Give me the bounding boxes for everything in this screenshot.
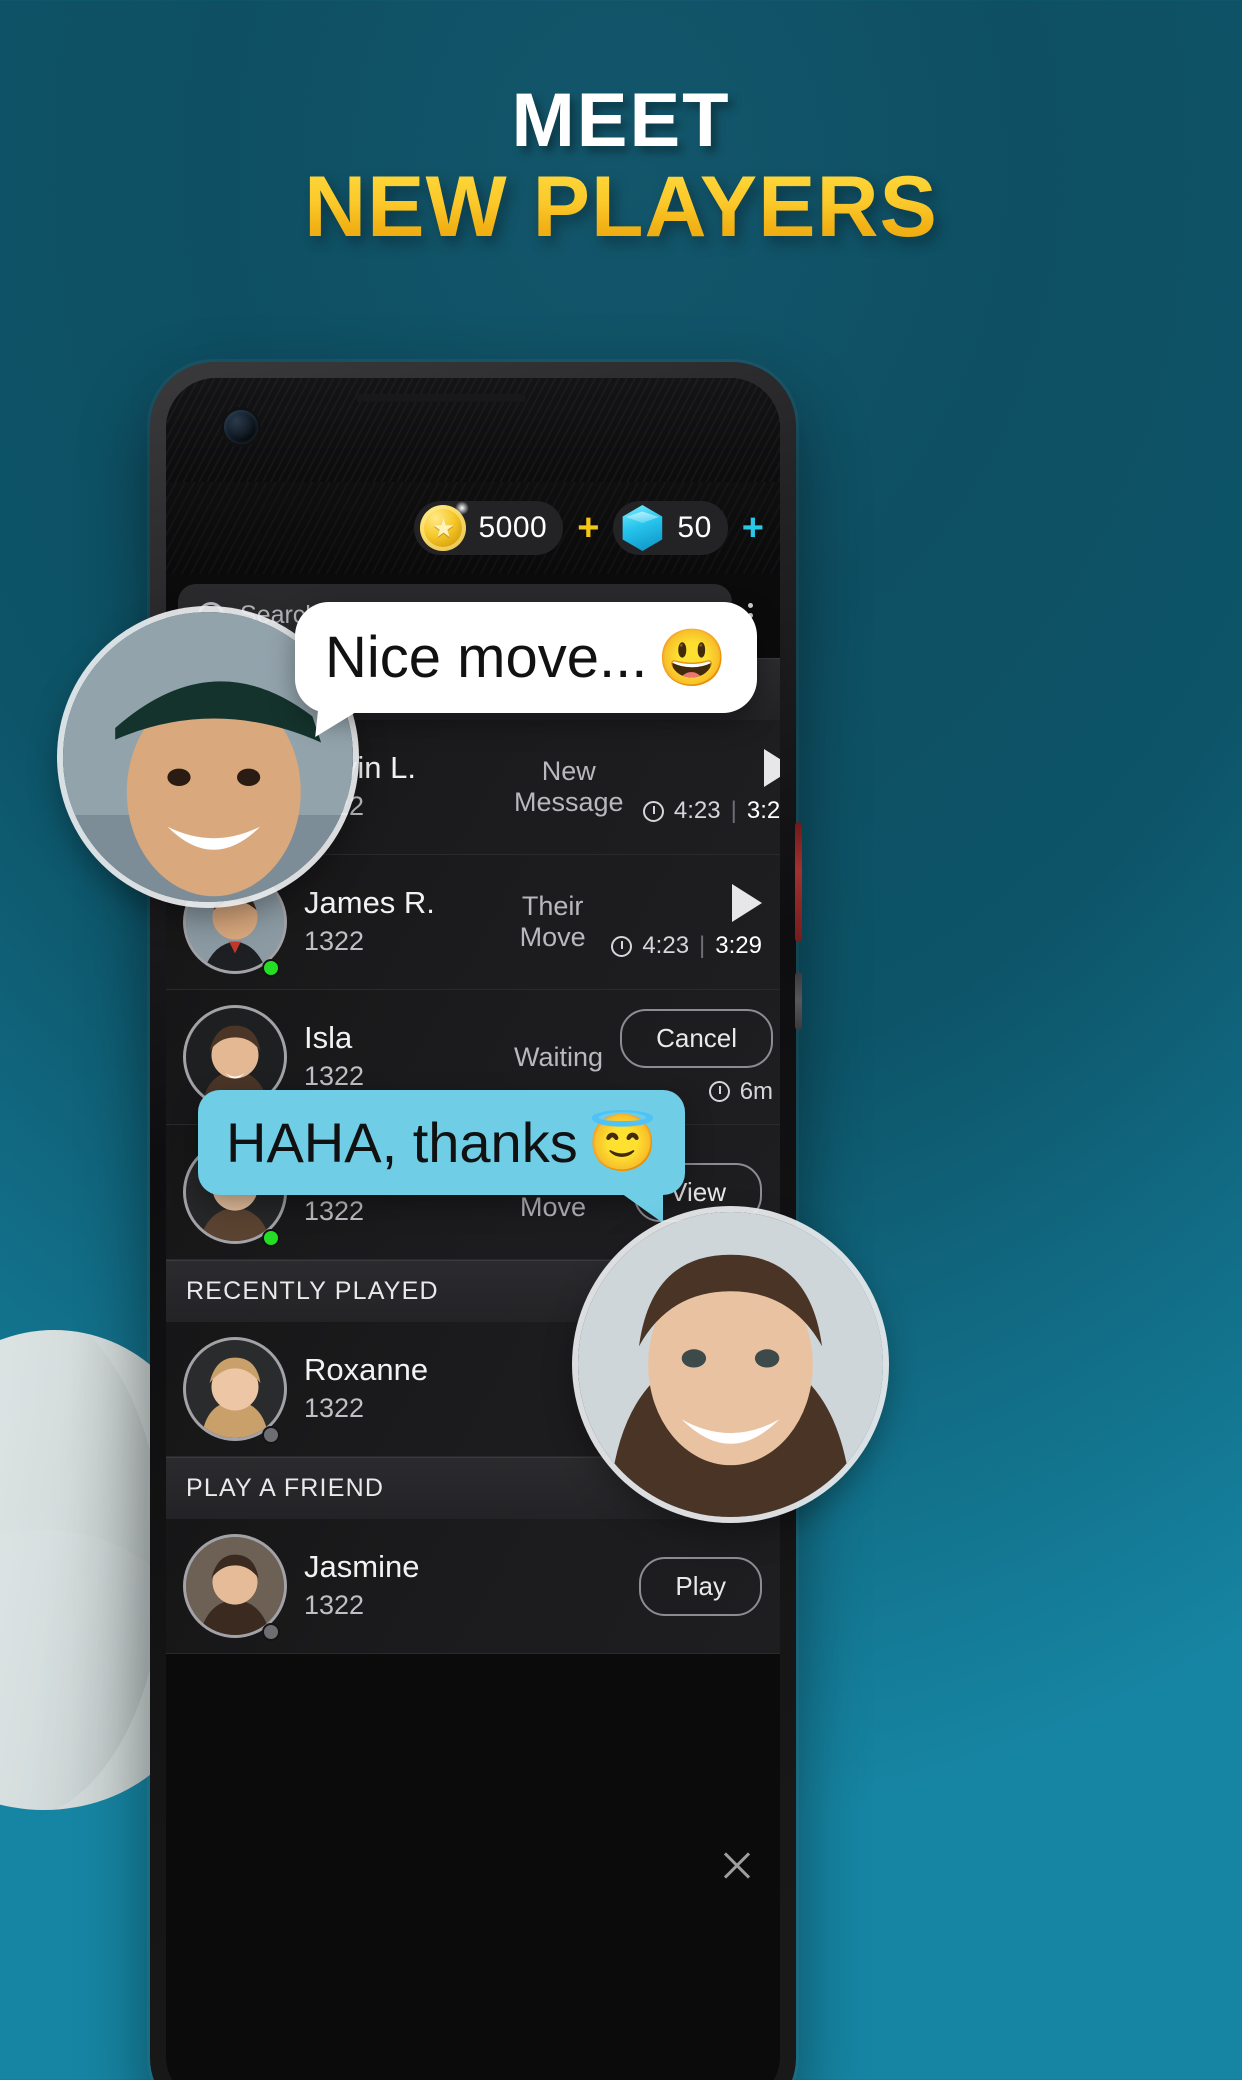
timer-separator: | — [730, 797, 737, 824]
phone-bezel-top — [166, 378, 780, 482]
phone-volume-button — [795, 972, 802, 1030]
close-icon[interactable] — [720, 1848, 754, 1882]
speech-bubble-top-text: Nice move... — [325, 625, 648, 690]
timer-left: 4:23 — [673, 797, 721, 824]
coin-star-icon: ★ — [420, 501, 470, 551]
player-rating: 1322 — [304, 1590, 365, 1621]
grinning-face-emoji-icon: 😃 — [657, 625, 728, 689]
row-timers: 4:23 | 3:29 — [642, 797, 780, 825]
player-rating: 1322 — [304, 926, 365, 957]
play-icon[interactable] — [763, 749, 780, 787]
table-row[interactable]: Jasmine 1322 Play — [166, 1519, 780, 1654]
timer-left: 6m — [739, 1077, 774, 1105]
avatar-image-woman-dark-hair — [186, 1537, 284, 1635]
speech-bubble-bottom: HAHA, thanks 😇 — [198, 1090, 686, 1223]
player-identity: Jasmine 1322 — [304, 1548, 494, 1623]
avatar — [186, 1340, 284, 1438]
headline-line-2: NEW PLAYERS — [0, 164, 1242, 252]
player-identity: Isla 1322 — [304, 1019, 494, 1094]
match-status: Their Move — [519, 891, 586, 952]
speech-bubble-top: Nice move... 😃 — [295, 602, 758, 713]
timer-separator: | — [699, 932, 706, 959]
player-name: Roxanne — [304, 1352, 429, 1388]
avatar — [186, 1537, 284, 1635]
avatar-wrapper — [186, 1340, 284, 1444]
gem-balance-pill[interactable]: 50 — [613, 501, 728, 555]
coin-balance-value: 5000 — [478, 511, 548, 544]
play-button[interactable]: Play — [639, 1556, 762, 1616]
player-name: Isla — [304, 1020, 353, 1056]
coin-balance-pill[interactable]: ★ 5000 — [414, 501, 564, 555]
status-badge — [262, 959, 280, 977]
smiling-face-halo-emoji-icon: 😇 — [587, 1110, 658, 1174]
match-status: New Message — [514, 756, 624, 817]
status-badge — [262, 1623, 280, 1641]
row-timers: 6m — [708, 1077, 774, 1106]
avatar-wrapper — [186, 1537, 284, 1641]
timer-left: 4:23 — [642, 932, 690, 959]
play-icon[interactable] — [732, 884, 762, 922]
player-name: Jasmine — [304, 1549, 420, 1585]
row-timers: 4:23 | 3:29 — [611, 932, 762, 960]
headline-line-1: MEET — [511, 78, 731, 163]
gem-balance-value: 50 — [677, 511, 712, 544]
match-status: Waiting — [514, 1041, 604, 1072]
status-badge — [262, 1229, 280, 1247]
row-actions: 4:23 | 3:29 — [642, 749, 780, 825]
clock-icon — [708, 1081, 730, 1102]
add-gems-button[interactable]: + — [742, 509, 764, 547]
player-name: James R. — [304, 885, 435, 921]
earpiece-speaker — [356, 394, 526, 402]
gem-icon — [622, 505, 663, 551]
headline: MEET NEW PLAYERS — [0, 78, 1242, 252]
avatar-image-woman-blonde — [186, 1340, 284, 1438]
player-identity: James R. 1322 — [304, 884, 494, 959]
front-camera-icon — [224, 410, 258, 444]
row-actions: Play — [612, 1556, 762, 1616]
overlay-photo-woman — [578, 1212, 883, 1517]
player-identity: Roxanne 1322 — [304, 1351, 494, 1426]
player-rating: 1322 — [304, 1196, 365, 1227]
clock-icon — [642, 800, 664, 822]
currency-bar: ★ 5000 + 50 + — [166, 482, 780, 574]
status-badge — [262, 1426, 280, 1444]
cancel-button[interactable]: Cancel — [620, 1008, 774, 1068]
add-coins-button[interactable]: + — [577, 509, 599, 547]
player-rating: 1322 — [304, 1393, 365, 1424]
clock-icon — [611, 935, 633, 957]
phone-power-button — [795, 822, 802, 942]
timer-right: 3:29 — [746, 797, 780, 824]
speech-bubble-bottom-text: HAHA, thanks — [226, 1111, 578, 1174]
photo-woman-smiling — [578, 1212, 883, 1517]
row-actions: 4:23 | 3:29 — [611, 884, 762, 960]
timer-right: 3:29 — [715, 932, 762, 959]
